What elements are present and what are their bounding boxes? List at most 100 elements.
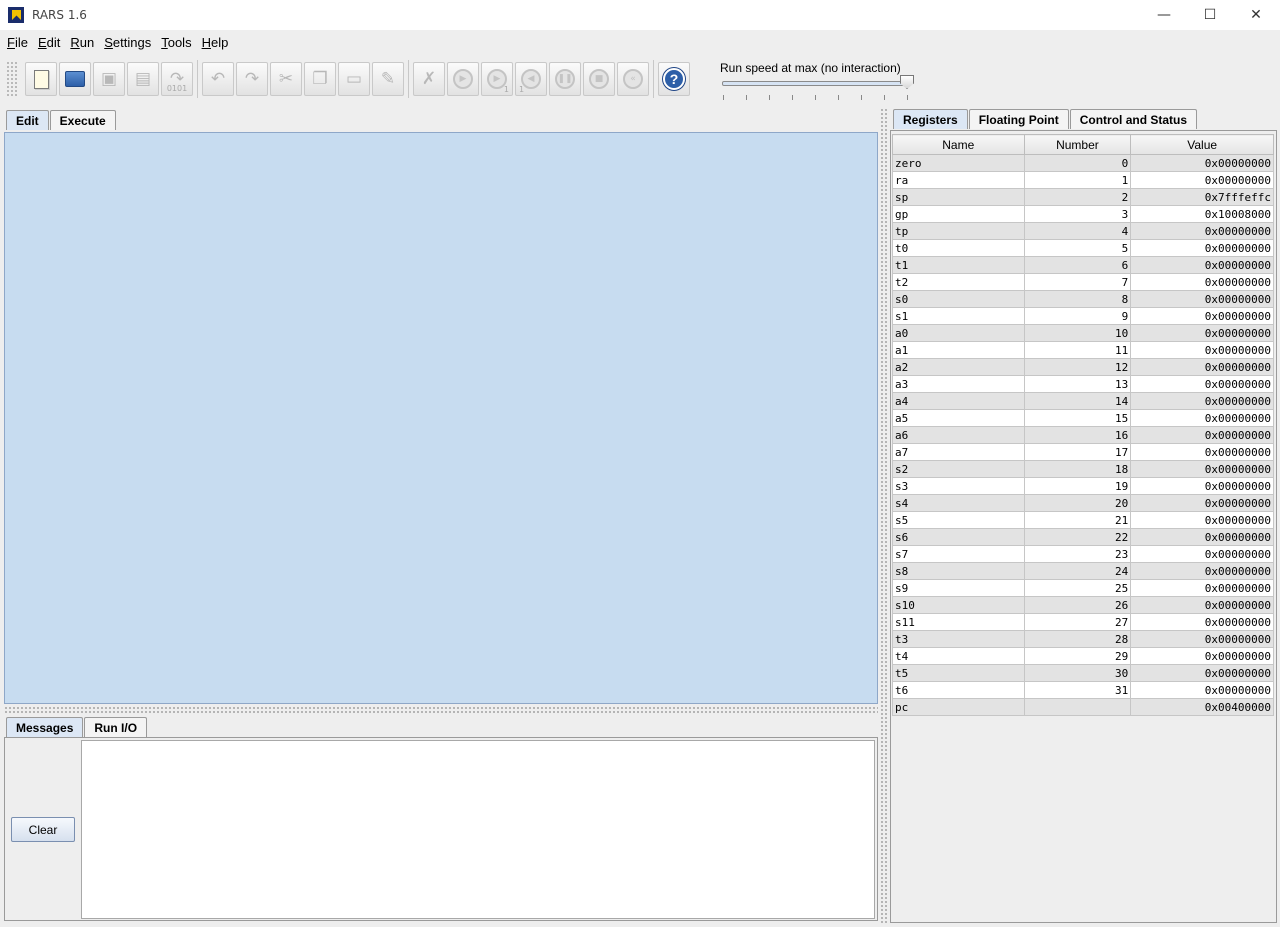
table-row[interactable]: s2 18 0x00000000 bbox=[892, 460, 1274, 478]
register-number: 13 bbox=[1023, 375, 1132, 393]
save-button[interactable]: ▣ bbox=[93, 62, 125, 96]
run-button[interactable]: ▶ bbox=[447, 62, 479, 96]
help-button[interactable]: ? bbox=[658, 62, 690, 96]
menu-help[interactable]: Help bbox=[197, 35, 234, 50]
slider-tick bbox=[746, 95, 747, 100]
menu-run[interactable]: Run bbox=[65, 35, 99, 50]
tab-registers[interactable]: Registers bbox=[893, 109, 968, 129]
redo-button[interactable]: ↷ bbox=[236, 62, 268, 96]
register-number: 12 bbox=[1023, 358, 1132, 376]
table-row[interactable]: t2 7 0x00000000 bbox=[892, 273, 1274, 291]
copy-button[interactable]: ❐ bbox=[304, 62, 336, 96]
table-row[interactable]: s9 25 0x00000000 bbox=[892, 579, 1274, 597]
tab-execute[interactable]: Execute bbox=[49, 110, 116, 130]
column-header-name[interactable]: Name bbox=[892, 134, 1025, 155]
slider-tick bbox=[884, 95, 885, 100]
register-name: t3 bbox=[892, 630, 1025, 648]
table-row[interactable]: t4 29 0x00000000 bbox=[892, 647, 1274, 665]
close-button[interactable]: ✕ bbox=[1233, 0, 1279, 30]
table-row[interactable]: t3 28 0x00000000 bbox=[892, 630, 1274, 648]
register-value: 0x00000000 bbox=[1130, 341, 1274, 359]
register-name: t2 bbox=[892, 273, 1025, 291]
table-row[interactable]: a7 17 0x00000000 bbox=[892, 443, 1274, 461]
table-row[interactable]: a5 15 0x00000000 bbox=[892, 409, 1274, 427]
table-row[interactable]: s7 23 0x00000000 bbox=[892, 545, 1274, 563]
register-number: 11 bbox=[1023, 341, 1132, 359]
table-row[interactable]: zero 0 0x00000000 bbox=[892, 154, 1274, 172]
register-value: 0x00000000 bbox=[1130, 239, 1274, 257]
vertical-splitter[interactable] bbox=[880, 108, 888, 923]
new-file-button[interactable] bbox=[25, 62, 57, 96]
table-row[interactable]: a0 10 0x00000000 bbox=[892, 324, 1274, 342]
horizontal-splitter[interactable] bbox=[4, 706, 878, 713]
toolbar-grip[interactable] bbox=[6, 61, 18, 97]
table-row[interactable]: s8 24 0x00000000 bbox=[892, 562, 1274, 580]
help-icon: ? bbox=[663, 68, 685, 90]
paste-button[interactable]: ▭ bbox=[338, 62, 370, 96]
stop-button[interactable]: ■ bbox=[583, 62, 615, 96]
step-button[interactable]: ▶ 1 bbox=[481, 62, 513, 96]
backstep-button[interactable]: ◀ 1 bbox=[515, 62, 547, 96]
tab-control-and-status[interactable]: Control and Status bbox=[1069, 109, 1198, 129]
undo-button[interactable]: ↶ bbox=[202, 62, 234, 96]
pause-button[interactable]: ❚❚ bbox=[549, 62, 581, 96]
tab-messages[interactable]: Messages bbox=[6, 717, 84, 737]
table-row[interactable]: s3 19 0x00000000 bbox=[892, 477, 1274, 495]
table-row[interactable]: a3 13 0x00000000 bbox=[892, 375, 1274, 393]
clear-button[interactable]: Clear bbox=[11, 817, 75, 842]
table-row[interactable]: s0 8 0x00000000 bbox=[892, 290, 1274, 308]
table-row[interactable]: t6 31 0x00000000 bbox=[892, 681, 1274, 699]
register-value: 0x00000000 bbox=[1130, 494, 1274, 512]
tab-floating-point[interactable]: Floating Point bbox=[968, 109, 1069, 129]
messages-text-area[interactable] bbox=[81, 740, 875, 919]
save-as-button[interactable]: ▤ bbox=[127, 62, 159, 96]
register-value: 0x00000000 bbox=[1130, 596, 1274, 614]
table-row[interactable]: sp 2 0x7fffeffc bbox=[892, 188, 1274, 206]
table-row[interactable]: s6 22 0x00000000 bbox=[892, 528, 1274, 546]
table-row[interactable]: s1 9 0x00000000 bbox=[892, 307, 1274, 325]
dump-memory-button[interactable]: ↷ 0101 bbox=[161, 62, 193, 96]
minimize-button[interactable]: — bbox=[1141, 0, 1187, 30]
table-row[interactable]: a4 14 0x00000000 bbox=[892, 392, 1274, 410]
table-row[interactable]: t0 5 0x00000000 bbox=[892, 239, 1274, 257]
register-name: s6 bbox=[892, 528, 1025, 546]
table-row[interactable]: tp 4 0x00000000 bbox=[892, 222, 1274, 240]
tab-run-io[interactable]: Run I/O bbox=[84, 717, 148, 737]
menu-settings[interactable]: Settings bbox=[99, 35, 156, 50]
table-row[interactable]: ra 1 0x00000000 bbox=[892, 171, 1274, 189]
table-row[interactable]: s10 26 0x00000000 bbox=[892, 596, 1274, 614]
table-row[interactable]: a1 11 0x00000000 bbox=[892, 341, 1274, 359]
table-row[interactable]: t5 30 0x00000000 bbox=[892, 664, 1274, 682]
table-row[interactable]: s11 27 0x00000000 bbox=[892, 613, 1274, 631]
tab-edit[interactable]: Edit bbox=[6, 110, 49, 130]
open-file-button[interactable] bbox=[59, 62, 91, 96]
table-row[interactable]: t1 6 0x00000000 bbox=[892, 256, 1274, 274]
editor-area[interactable] bbox=[4, 132, 878, 704]
menu-file[interactable]: File bbox=[2, 35, 33, 50]
table-row[interactable]: a6 16 0x00000000 bbox=[892, 426, 1274, 444]
register-name: t4 bbox=[892, 647, 1025, 665]
column-header-number[interactable]: Number bbox=[1023, 134, 1132, 155]
find-replace-button[interactable]: ✎ bbox=[372, 62, 404, 96]
slider-tick bbox=[723, 95, 724, 100]
menu-tools[interactable]: Tools bbox=[156, 35, 196, 50]
table-row[interactable]: pc 0x00400000 bbox=[892, 698, 1274, 716]
register-value: 0x00000000 bbox=[1130, 443, 1274, 461]
column-header-value[interactable]: Value bbox=[1130, 134, 1274, 155]
table-row[interactable]: a2 12 0x00000000 bbox=[892, 358, 1274, 376]
table-row[interactable]: s5 21 0x00000000 bbox=[892, 511, 1274, 529]
cut-button[interactable]: ✂ bbox=[270, 62, 302, 96]
assemble-button[interactable]: ✗ bbox=[413, 62, 445, 96]
table-row[interactable]: gp 3 0x10008000 bbox=[892, 205, 1274, 223]
window-title: RARS 1.6 bbox=[32, 8, 87, 22]
run-speed-slider-thumb[interactable] bbox=[900, 75, 914, 89]
maximize-button[interactable]: ☐ bbox=[1187, 0, 1233, 30]
run-speed-slider[interactable] bbox=[722, 81, 910, 86]
table-row[interactable]: s4 20 0x00000000 bbox=[892, 494, 1274, 512]
register-number: 30 bbox=[1023, 664, 1132, 682]
register-number: 9 bbox=[1023, 307, 1132, 325]
assemble-icon: ✗ bbox=[421, 68, 437, 89]
register-number: 25 bbox=[1023, 579, 1132, 597]
reset-button[interactable]: « bbox=[617, 62, 649, 96]
menu-edit[interactable]: Edit bbox=[33, 35, 65, 50]
